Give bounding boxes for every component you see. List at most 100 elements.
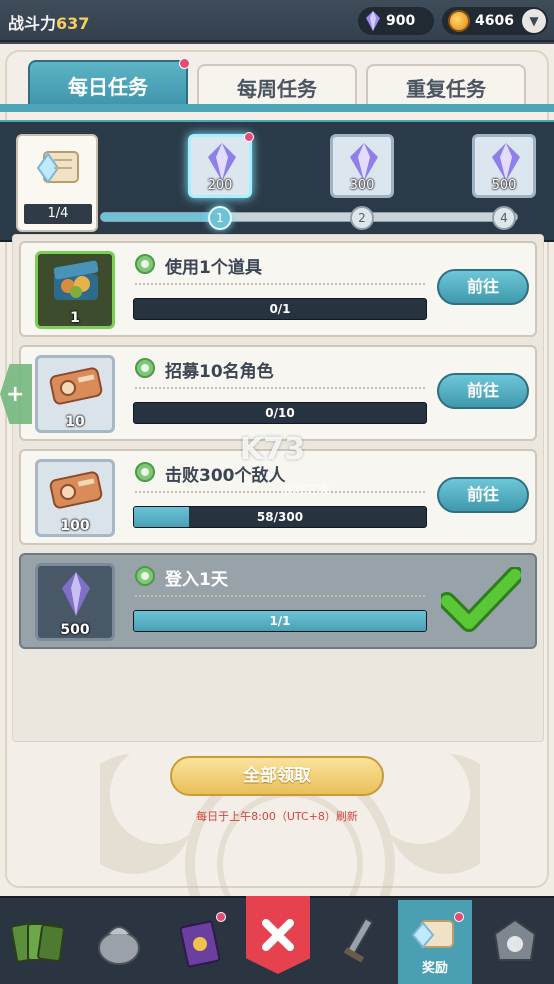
activity-progress: 1/4 200 300 500 1 2 4 xyxy=(0,120,554,242)
gear-badge-icon xyxy=(135,358,155,378)
tab-weekly[interactable]: 每周任务 xyxy=(197,64,357,108)
activity-count: 1/4 xyxy=(24,204,92,224)
plus-icon: + xyxy=(6,382,25,407)
refresh-note: 每日于上午8:00（UTC+8）刷新 xyxy=(196,810,358,823)
notification-dot xyxy=(454,912,464,922)
supply-box-icon xyxy=(53,260,99,300)
quest-item: 1 使用1个道具 0/1 前往 xyxy=(19,241,537,337)
scroll-icon xyxy=(36,151,79,184)
bag-icon xyxy=(98,926,140,965)
progress-node: 1 xyxy=(208,206,232,230)
gear-badge-icon xyxy=(135,462,155,482)
combat-power-value: 637 xyxy=(56,14,90,33)
gem-icon xyxy=(350,143,378,181)
nav-rewards[interactable]: 奖励 xyxy=(398,900,472,984)
divider xyxy=(135,283,425,285)
reward-item: 500 xyxy=(35,563,115,641)
gem-count: 900 xyxy=(386,13,416,29)
notification-dot xyxy=(179,58,190,69)
quest-item-completed: 500 登入1天 1/1 xyxy=(19,553,537,649)
quest-title: 登入1天 xyxy=(165,570,228,590)
milestone-chest-3[interactable]: 500 xyxy=(472,134,536,198)
ticket-icon xyxy=(49,367,103,405)
watermark: K73 xyxy=(240,432,305,467)
go-button[interactable]: 前往 xyxy=(437,373,529,409)
gear-badge-icon xyxy=(135,566,155,586)
notification-dot xyxy=(244,132,254,142)
watermark-sub: 游戏之家 xyxy=(282,482,331,496)
quest-progress-bar: 0/1 xyxy=(133,298,427,320)
notification-dot xyxy=(216,912,226,922)
quest-tabs: 每日任务 每周任务 重复任务 xyxy=(0,58,554,108)
progress-track xyxy=(100,212,518,222)
go-button[interactable]: 前往 xyxy=(437,477,529,513)
nav-book[interactable] xyxy=(164,900,238,984)
combat-power: 战斗力637 xyxy=(8,10,89,34)
claim-all-button[interactable]: 全部领取 xyxy=(170,756,384,796)
quest-title: 招募10名角色 xyxy=(165,362,274,382)
quest-progress-text: 0/10 xyxy=(265,406,295,420)
reward-item: 1 xyxy=(35,251,115,329)
tab-underline xyxy=(0,104,554,112)
reward-count: 500 xyxy=(60,622,90,638)
progress-node: 2 xyxy=(350,206,374,230)
coin-counter[interactable]: 4606 ▼ xyxy=(442,7,548,35)
sword-icon xyxy=(343,917,374,963)
close-button[interactable] xyxy=(246,896,310,974)
nav-weapon[interactable] xyxy=(322,900,396,984)
tab-daily[interactable]: 每日任务 xyxy=(28,58,190,108)
go-button[interactable]: 前往 xyxy=(437,269,529,305)
quest-title: 使用1个道具 xyxy=(165,258,262,278)
tab-daily-label: 每日任务 xyxy=(68,74,148,99)
combat-power-label: 战斗力 xyxy=(8,14,57,33)
nav-bag[interactable] xyxy=(82,900,156,984)
nav-pet[interactable] xyxy=(478,900,552,984)
reward-count: 1 xyxy=(70,310,80,326)
divider xyxy=(135,491,425,493)
reward-item: 10 xyxy=(35,355,115,433)
checkmark-icon xyxy=(441,567,521,632)
quest-progress-bar: 58/300 xyxy=(133,506,427,528)
gem-icon xyxy=(208,143,236,181)
gem-icon xyxy=(62,572,90,616)
quest-progress-text: 1/1 xyxy=(269,614,291,628)
quest-item: 10 招募10名角色 0/10 前往 xyxy=(19,345,537,441)
gear-badge-icon xyxy=(135,254,155,274)
milestone-chest-1[interactable]: 200 xyxy=(188,132,254,198)
reward-count: 10 xyxy=(65,414,85,430)
divider xyxy=(135,595,425,597)
nav-cards[interactable] xyxy=(0,900,74,984)
quest-progress-bar: 1/1 xyxy=(133,610,427,632)
pet-icon xyxy=(493,918,537,961)
gem-icon xyxy=(492,143,520,181)
tab-repeat-label: 重复任务 xyxy=(406,76,486,101)
milestone-reward: 200 xyxy=(207,178,233,193)
quest-progress-bar: 0/10 xyxy=(133,402,427,424)
milestone-reward: 300 xyxy=(349,178,375,193)
gem-counter[interactable]: 900 xyxy=(358,7,434,35)
reward-item: 100 xyxy=(35,459,115,537)
quest-progress-text: 0/1 xyxy=(269,302,291,316)
milestone-chest-2[interactable]: 300 xyxy=(330,134,394,198)
gem-icon xyxy=(366,11,380,31)
ticket-icon xyxy=(49,471,103,509)
chevron-down-icon[interactable]: ▼ xyxy=(522,9,546,33)
tab-weekly-label: 每周任务 xyxy=(237,76,317,101)
coin-icon xyxy=(448,10,470,32)
milestone-reward: 500 xyxy=(491,178,517,193)
progress-track-fill xyxy=(101,213,218,221)
cards-icon xyxy=(10,921,65,963)
top-bar: 战斗力637 900 4606 ▼ xyxy=(0,0,554,42)
quest-list: 1 使用1个道具 0/1 前往 10 招募10名角色 0/10 前往 100 击… xyxy=(12,234,544,742)
close-icon xyxy=(262,919,294,951)
nav-rewards-label: 奖励 xyxy=(421,961,448,976)
progress-node: 4 xyxy=(492,206,516,230)
spellbook-icon xyxy=(179,920,221,968)
quest-progress-text: 58/300 xyxy=(256,510,304,524)
scroll-icon xyxy=(411,920,454,949)
coin-count: 4606 xyxy=(475,13,514,29)
activity-points-card: 1/4 xyxy=(16,134,98,232)
reward-count: 100 xyxy=(60,518,90,534)
tab-repeat[interactable]: 重复任务 xyxy=(366,64,526,108)
divider xyxy=(135,387,425,389)
